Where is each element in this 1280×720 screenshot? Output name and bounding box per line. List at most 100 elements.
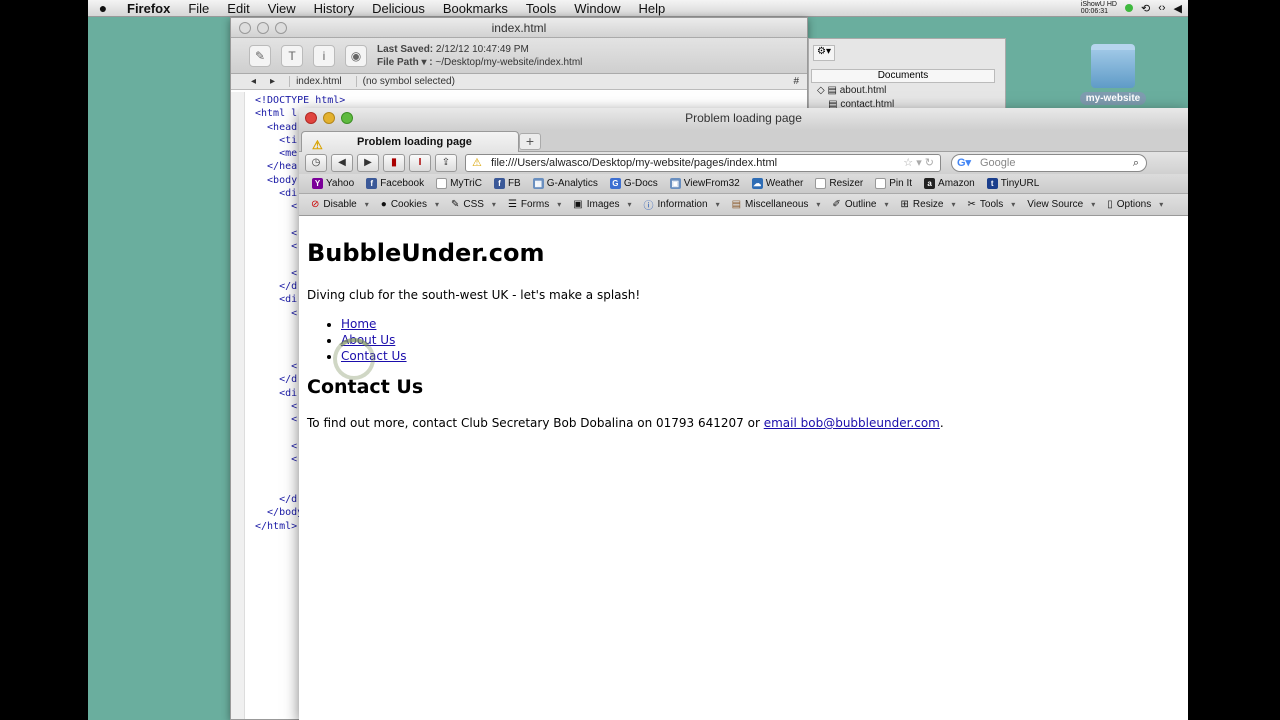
url-bar[interactable]: ⚠ file:///Users/alwasco/Desktop/my-websi… [465, 154, 941, 172]
menu-tools[interactable]: Tools [517, 0, 565, 17]
document-item[interactable]: ◇ ▤ about.html [817, 85, 886, 96]
webdev-resize[interactable]: ⊞ Resize [895, 199, 962, 210]
save-info: Last Saved: 2/12/12 10:47:49 PM File Pat… [377, 43, 582, 69]
menu-app-firefox[interactable]: Firefox [118, 0, 179, 17]
google-icon[interactable]: G▾ [957, 155, 971, 171]
resize-icon: ⊞ [900, 199, 909, 210]
apple-icon[interactable]: ● [88, 0, 118, 16]
menu-window[interactable]: Window [565, 0, 629, 17]
webdev-cookies[interactable]: ● Cookies [375, 199, 445, 210]
forward-arrow-icon[interactable]: ▸ [270, 76, 275, 87]
close-icon[interactable] [239, 22, 251, 34]
desktop-folder[interactable]: my-website [1078, 44, 1148, 106]
bookmark-viewfrom32[interactable]: ▣ ViewFrom32 [665, 178, 745, 189]
nav-item-home: Home [341, 316, 1188, 332]
webdev-outline[interactable]: ✐ Outline [826, 199, 894, 210]
file-path-value: ~/Desktop/my-website/index.html [435, 56, 583, 68]
warning-icon: ⚠ [312, 138, 323, 152]
new-tab-button[interactable]: + [519, 133, 541, 150]
email-link[interactable]: email bob@bubbleunder.com [764, 416, 940, 430]
readability-icon[interactable]: ▮ [383, 154, 405, 172]
file-path-label[interactable]: File Path ▾ : [377, 57, 433, 68]
bookmark-pin-it[interactable]: Pin It [870, 178, 917, 189]
webdev-view-source[interactable]: View Source [1021, 199, 1101, 210]
nav-link-home[interactable]: Home [341, 317, 376, 331]
tinyurl-icon: t [986, 178, 998, 189]
symbol-popup[interactable]: (no symbol selected) [355, 76, 455, 87]
webdev-forms[interactable]: ☰ Forms [502, 199, 567, 210]
bookmark-label: G-Docs [623, 178, 658, 189]
text-icon[interactable]: T [281, 44, 303, 67]
webdev-disable[interactable]: ⊘ Disable [305, 199, 375, 210]
instapaper-icon[interactable]: I [409, 154, 431, 172]
busy-cursor-icon [333, 338, 375, 380]
file-popup[interactable]: index.html [289, 76, 342, 87]
minimize-icon[interactable] [257, 22, 269, 34]
webdev-information[interactable]: ⓘ Information [638, 197, 726, 212]
zoom-icon[interactable] [341, 112, 353, 124]
webdev-miscellaneous[interactable]: ▤ Miscellaneous [726, 199, 827, 210]
back-arrow-icon[interactable]: ◂ [251, 76, 256, 87]
ishowu-status[interactable]: iShowU HD 00:06:31 [1081, 1, 1117, 15]
info-icon[interactable]: i [313, 44, 335, 67]
share-icon[interactable]: ⇪ [435, 154, 457, 172]
menu-delicious[interactable]: Delicious [363, 0, 434, 17]
close-icon[interactable] [305, 112, 317, 124]
options-icon: ▯ [1107, 199, 1113, 210]
firefox-icon[interactable]: ◉ [345, 44, 367, 67]
site-tagline: Diving club for the south-west UK - let'… [307, 288, 641, 302]
menu-file[interactable]: File [179, 0, 218, 17]
webdev-tools[interactable]: ✂ Tools [962, 199, 1022, 210]
bookmark-label: Yahoo [326, 178, 355, 189]
contact-paragraph: To find out more, contact Club Secretary… [307, 416, 1188, 430]
hash-popup[interactable]: # [793, 76, 807, 87]
minimize-icon[interactable] [323, 112, 335, 124]
cookies-icon: ● [380, 199, 387, 210]
code-line[interactable]: <!DOCTYPE html> [255, 94, 345, 107]
bookmark-tinyurl[interactable]: t TinyURL [982, 178, 1045, 189]
bookmark-resizer[interactable]: Resizer [810, 178, 868, 189]
search-bar[interactable]: G▾ Google ⌕ [951, 154, 1147, 172]
bookmark-fb[interactable]: f FB [489, 178, 526, 189]
menu-bookmarks[interactable]: Bookmarks [434, 0, 517, 17]
code-arrows-icon[interactable]: ‹› [1158, 2, 1165, 14]
bookmark-g-analytics[interactable]: ▦ G-Analytics [528, 178, 603, 189]
bookmark-mytric[interactable]: MyTriC [431, 178, 487, 189]
pencil-icon[interactable]: ✎ [249, 44, 271, 67]
search-icon[interactable]: ⌕ [1133, 155, 1139, 171]
webdev-css[interactable]: ✎ CSS [445, 199, 502, 210]
menu-view[interactable]: View [259, 0, 305, 17]
webdev-options[interactable]: ▯ Options [1101, 199, 1169, 210]
forward-button[interactable]: ▶ [357, 154, 379, 172]
tab-strip: ⚠ Problem loading page + [299, 130, 1188, 152]
volume-icon[interactable]: ◀ [1174, 2, 1182, 15]
history-clock-icon[interactable]: ◷ [305, 154, 327, 172]
bookmark-label: ViewFrom32 [683, 178, 740, 189]
webdev-images[interactable]: ▣ Images [567, 199, 637, 210]
bookmarks-toolbar: Y Yahoo f Facebook MyTriC f FB ▦ G-Analytics… [299, 174, 1188, 194]
bookmark-g-docs[interactable]: G G-Docs [605, 178, 663, 189]
bookmark-amazon[interactable]: a Amazon [919, 178, 980, 189]
status-dot-icon [1124, 4, 1133, 12]
desktop: ● Firefox File Edit View History Delicio… [88, 0, 1188, 720]
last-saved-label: Last Saved: [377, 43, 434, 55]
bookmark-label: FB [507, 178, 521, 189]
site-navigation: Home About Us Contact Us [341, 316, 1188, 364]
menu-history[interactable]: History [305, 0, 363, 17]
menu-edit[interactable]: Edit [218, 0, 258, 17]
webdev-label: Miscellaneous [745, 199, 809, 210]
facebook-icon: f [493, 178, 505, 189]
bookmark-star-icon[interactable]: ☆ ▾ ↻ [903, 155, 934, 171]
bookmark-yahoo[interactable]: Y Yahoo [307, 178, 359, 189]
zoom-icon[interactable] [275, 22, 287, 34]
bookmark-facebook[interactable]: f Facebook [361, 178, 429, 189]
gear-icon[interactable]: ⚙▾ [813, 45, 835, 61]
webdev-label: Options [1116, 199, 1152, 210]
menu-help[interactable]: Help [630, 0, 675, 17]
weather-icon: ☁ [751, 178, 763, 189]
tab-problem-loading[interactable]: ⚠ Problem loading page [301, 131, 519, 152]
time-machine-icon[interactable]: ⟲ [1141, 2, 1150, 15]
images-icon: ▣ [573, 199, 583, 210]
bookmark-weather[interactable]: ☁ Weather [747, 178, 809, 189]
back-button[interactable]: ◀ [331, 154, 353, 172]
